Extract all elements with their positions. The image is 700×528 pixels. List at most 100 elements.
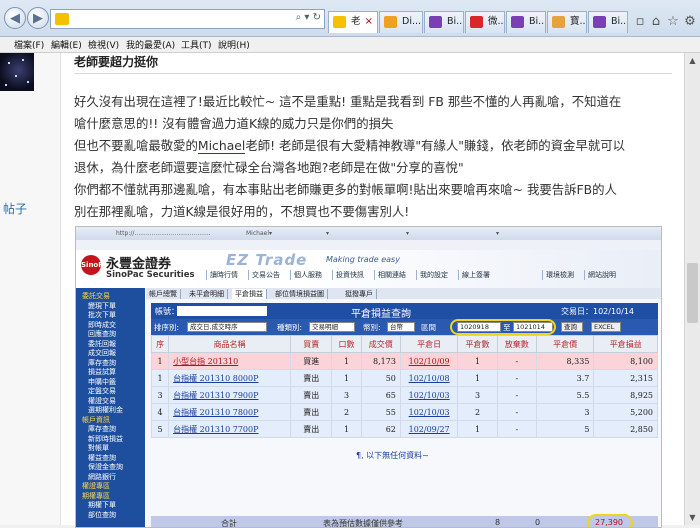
menu-favorites[interactable]: 我的最愛(A) xyxy=(126,38,175,51)
home-icon[interactable]: ⌂ xyxy=(648,14,664,30)
topnav-item[interactable]: 個人服務 xyxy=(290,270,325,280)
post-line: 嗆什麼意思的!! 沒有體會過力道K線的威力只是你們的損失 xyxy=(74,116,394,131)
subtab[interactable]: 帳戶總覽 xyxy=(146,289,181,299)
cell-waived: - xyxy=(496,369,537,387)
side-menu-item[interactable]: 部位查詢 xyxy=(88,510,116,520)
topnav-item[interactable]: 線上簽署 xyxy=(458,270,493,280)
menu-file[interactable]: 檔案(F) xyxy=(14,38,44,51)
topnav-item[interactable]: 投資快訊 xyxy=(332,270,367,280)
total-note: 表為預估數據僅供參考 xyxy=(323,519,403,528)
new-tab-icon[interactable]: ▫ xyxy=(632,14,648,30)
favicon-icon xyxy=(429,16,442,28)
side-menu-item[interactable]: 保證金查詢 xyxy=(88,462,123,472)
close-tab-icon[interactable]: × xyxy=(365,12,373,32)
subtab-selected[interactable]: 平倉損益 xyxy=(232,289,267,299)
filter-bar: 排序別: 成交日,成交時序 種類別: 交易明細 幣別: 台幣 區間 102091… xyxy=(151,319,658,335)
sidebar-link-posts[interactable]: 帖子 xyxy=(3,200,27,217)
scroll-thumb[interactable] xyxy=(687,263,698,323)
side-menu-item[interactable]: 回應查詢 xyxy=(88,329,116,339)
side-menu-item[interactable]: 定盤交易 xyxy=(88,386,116,396)
date-link[interactable]: 102/10/03 xyxy=(409,408,450,417)
side-menu-item[interactable]: 庫存查詢 xyxy=(88,424,116,434)
vertical-scrollbar[interactable]: ▲ ▼ xyxy=(684,53,700,525)
shot-brand-header: SinoPac 永豐金證券 SinoPac Securities EZ Trad… xyxy=(76,250,661,288)
query-button[interactable]: 查詢 xyxy=(561,322,583,332)
subtab[interactable]: 部位情境損益圖 xyxy=(272,289,328,299)
side-menu-item[interactable]: 網路銀行 xyxy=(88,472,116,482)
topnav-item[interactable]: 交易公告 xyxy=(248,270,283,280)
side-menu-heading[interactable]: 期權專區 xyxy=(82,491,110,501)
excel-button[interactable]: EXCEL xyxy=(591,322,621,332)
side-menu-item[interactable]: 權證交易 xyxy=(88,396,116,406)
col-header: 成交價 xyxy=(360,335,401,353)
side-menu-heading[interactable]: 權證專區 xyxy=(82,481,110,491)
date-link[interactable]: 102/09/27 xyxy=(409,425,450,434)
scroll-down-icon[interactable]: ▼ xyxy=(685,510,700,525)
topnav-item[interactable]: 我的設定 xyxy=(416,270,451,280)
site-favicon-icon xyxy=(55,13,69,25)
product-link[interactable]: 小型台指 201310 xyxy=(173,357,238,366)
tab-5[interactable]: Bi... xyxy=(506,11,546,33)
topnav-item[interactable]: 環境檢測 xyxy=(542,270,577,280)
subtab[interactable]: 挺撥專戶 xyxy=(342,289,377,299)
tab-3[interactable]: Bi... xyxy=(424,11,464,33)
settings-gear-icon[interactable]: ⚙ xyxy=(682,14,698,30)
scroll-up-icon[interactable]: ▲ xyxy=(685,53,700,68)
side-menu-item[interactable]: 對帳單 xyxy=(88,443,109,453)
side-menu-item[interactable]: 新即時損益 xyxy=(88,434,123,444)
divider xyxy=(74,73,672,74)
currency-select[interactable]: 台幣 xyxy=(387,322,415,332)
product-link[interactable]: 台指權 201310 7700P xyxy=(173,425,258,434)
topnav-item[interactable]: 網站說明 xyxy=(584,270,619,280)
tab-2[interactable]: Di... xyxy=(379,11,423,33)
no-more-data-text: ¶, 以下無任何資料~ xyxy=(356,451,429,460)
side-menu-item[interactable]: 即時成交 xyxy=(88,320,116,330)
sort-select[interactable]: 成交日,成交時序 xyxy=(187,322,267,332)
side-menu-item[interactable]: 變現下單 xyxy=(88,301,116,311)
side-menu-item[interactable]: 選期權利金 xyxy=(88,405,123,415)
side-menu-item[interactable]: 成交回報 xyxy=(88,348,116,358)
address-bar[interactable]: ⌕ ▾ ↻ xyxy=(50,9,325,29)
shot-main-panel: 帳戶總覽 未平倉明細 平倉損益 部位情境損益圖 挺撥專戶 帳號： 平倉損益查詢 … xyxy=(146,288,661,527)
date-link[interactable]: 102/10/03 xyxy=(409,391,450,400)
topnav-item[interactable]: 相關連結 xyxy=(374,270,409,280)
date-link[interactable]: 102/10/09 xyxy=(409,357,450,366)
side-menu-item[interactable]: 權益查詢 xyxy=(88,453,116,463)
post-line: 但也不要亂嗆最敬愛的Michael老師! 老師是很有大愛精神教導"有緣人"賺錢，… xyxy=(74,135,674,157)
tab-6[interactable]: 寶... xyxy=(547,11,587,33)
side-menu-heading[interactable]: 委託交易 xyxy=(82,291,110,301)
total-closed: 8 xyxy=(495,518,501,527)
col-header: 平倉日 xyxy=(399,335,459,353)
favorites-star-icon[interactable]: ☆ xyxy=(665,14,681,30)
side-menu-item[interactable]: 委託回報 xyxy=(88,339,116,349)
tab-7[interactable]: Bi... xyxy=(588,11,628,33)
menu-edit[interactable]: 編輯(E) xyxy=(51,38,82,51)
post-line: 好久沒有出現在這裡了!最近比較忙~ 這不是重點! 重點是我看到 FB 那些不懂的… xyxy=(74,94,622,109)
avatar[interactable] xyxy=(0,53,34,91)
date-link[interactable]: 102/10/08 xyxy=(409,374,450,383)
pnl-table: 序 商品名稱 買賣 口數 成交價 平倉日 平倉數 放棄數 平倉價 平倉損益 1小… xyxy=(150,335,658,438)
type-select[interactable]: 交易明細 xyxy=(309,322,355,332)
forward-button[interactable]: ▶ xyxy=(27,7,49,29)
menu-tools[interactable]: 工具(T) xyxy=(181,38,212,51)
menu-help[interactable]: 說明(H) xyxy=(218,38,250,51)
sinopac-logo-icon: SinoPac xyxy=(81,255,112,275)
side-menu-item[interactable]: 期權下單 xyxy=(88,500,116,510)
back-button[interactable]: ◀ xyxy=(4,7,26,29)
total-label: 合計 xyxy=(221,519,237,528)
menu-view[interactable]: 檢視(V) xyxy=(88,38,119,51)
subtab[interactable]: 未平倉明細 xyxy=(186,289,228,299)
side-menu-item[interactable]: 申購中籤 xyxy=(88,377,116,387)
side-menu-item[interactable]: 損益試算 xyxy=(88,367,116,377)
address-tools-icon[interactable]: ⌕ ▾ ↻ xyxy=(296,12,321,23)
tab-active[interactable]: 老 × xyxy=(328,11,378,33)
side-menu-item[interactable]: 批次下單 xyxy=(88,310,116,320)
col-header: 平倉數 xyxy=(457,335,498,353)
side-menu-item[interactable]: 庫存查詢 xyxy=(88,358,116,368)
topnav-item[interactable]: 讀時行情 xyxy=(206,270,241,280)
product-link[interactable]: 台指權 201310 8000P xyxy=(173,374,258,383)
side-menu-heading[interactable]: 帳戶資訊 xyxy=(82,415,110,425)
product-link[interactable]: 台指權 201310 7900P xyxy=(173,391,258,400)
tab-4[interactable]: 微... xyxy=(465,11,505,33)
product-link[interactable]: 台指權 201310 7800P xyxy=(173,408,258,417)
